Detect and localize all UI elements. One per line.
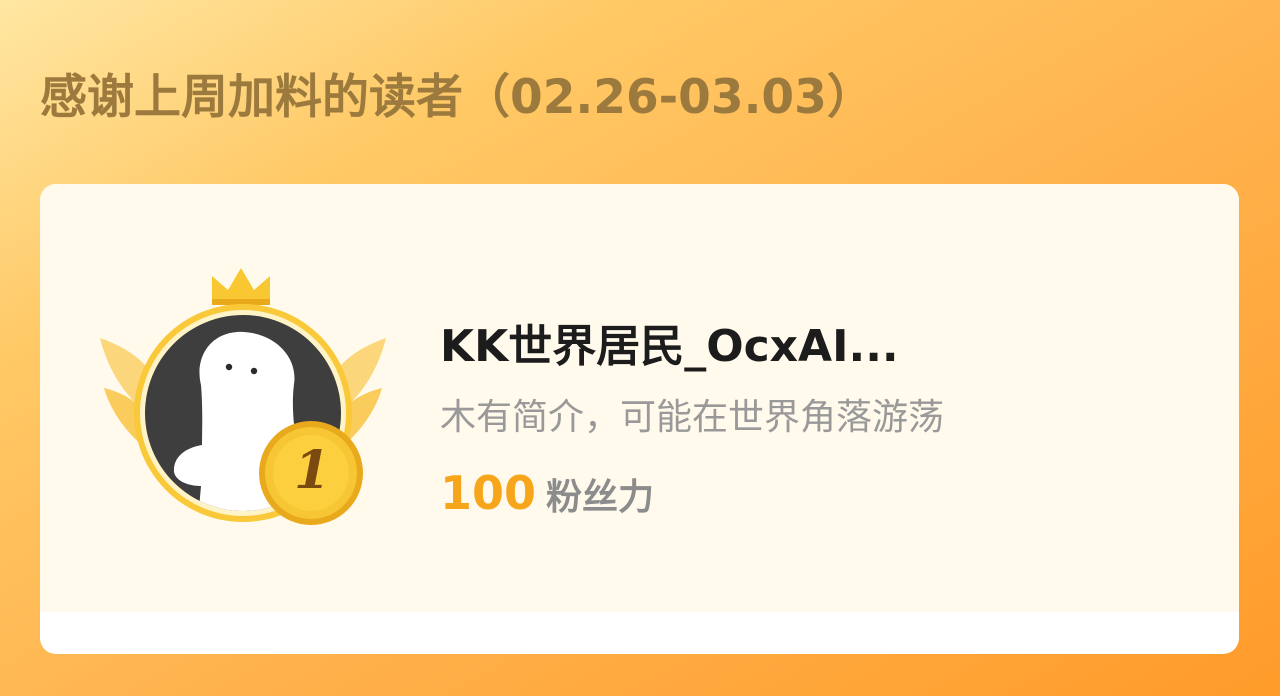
reader-card[interactable]: 1 KK世界居民_OcxAI... 木有简介，可能在世界角落游荡 100 粉丝力 <box>40 184 1239 654</box>
fans-power-label: 粉丝力 <box>546 477 655 518</box>
page-title: 感谢上周加料的读者（02.26-03.03） <box>40 70 874 125</box>
avatar-badge[interactable]: 1 <box>98 260 388 540</box>
fans-power-value: 100 <box>440 466 537 520</box>
avatar-badge-graphic <box>100 268 386 525</box>
fans-power: 100 粉丝力 <box>440 466 654 520</box>
rank-number: 1 <box>294 440 331 501</box>
reader-bio: 木有简介，可能在世界角落游荡 <box>440 397 945 438</box>
reader-name[interactable]: KK世界居民_OcxAI... <box>440 310 899 374</box>
crown-icon <box>212 268 270 305</box>
